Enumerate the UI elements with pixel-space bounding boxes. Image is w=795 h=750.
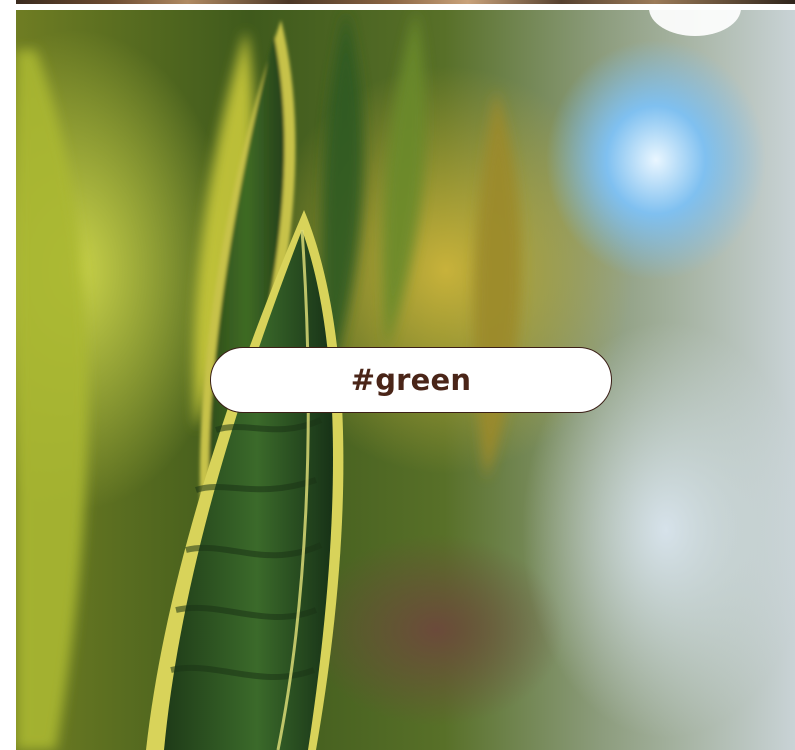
- previous-tile-image-strip[interactable]: [16, 0, 795, 4]
- hashtag-label: #green: [350, 363, 472, 397]
- hashtag-label-pill[interactable]: #green: [210, 347, 612, 413]
